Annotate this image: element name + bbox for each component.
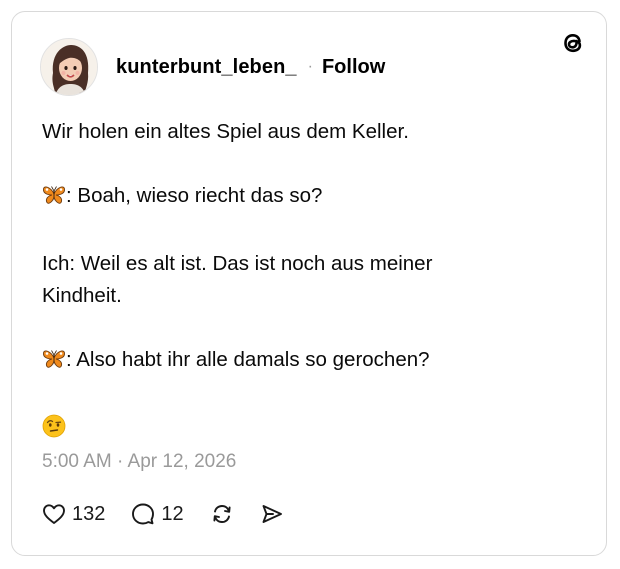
post-line: : Boah, wieso riecht das so? bbox=[42, 180, 482, 216]
post-card: kunterbunt_leben_ · Follow Wir holen ein… bbox=[11, 11, 607, 556]
speech-bubble-icon bbox=[132, 503, 155, 525]
action-bar: 132 12 bbox=[42, 502, 310, 526]
follow-button[interactable]: Follow bbox=[322, 56, 385, 79]
reply-button[interactable]: 12 bbox=[131, 502, 184, 526]
threads-logo-icon[interactable] bbox=[558, 28, 588, 58]
repost-button[interactable] bbox=[210, 502, 234, 526]
repost-icon bbox=[213, 505, 231, 523]
raised-eyebrow-emoji-icon bbox=[42, 414, 66, 448]
post-timestamp: 5:00 AM · Apr 12, 2026 bbox=[42, 451, 237, 472]
heart-icon bbox=[43, 504, 65, 524]
separator-dot: · bbox=[307, 58, 313, 75]
post-line: Ich: Weil es alt ist. Das ist noch aus m… bbox=[42, 248, 482, 312]
butterfly-emoji-icon bbox=[42, 184, 66, 216]
post-line-text: Ich: Weil es alt ist. Das ist noch aus m… bbox=[42, 252, 433, 307]
avatar[interactable] bbox=[40, 38, 98, 96]
post-body: Wir holen ein altes Spiel aus dem Keller… bbox=[42, 116, 482, 448]
send-icon bbox=[262, 505, 282, 523]
butterfly-emoji-icon bbox=[42, 348, 66, 380]
post-line bbox=[42, 412, 482, 448]
avatar-illustration bbox=[41, 39, 97, 95]
share-button[interactable] bbox=[260, 502, 284, 526]
like-button[interactable]: 132 bbox=[42, 503, 105, 526]
post-line-text: Wir holen ein altes Spiel aus dem Keller… bbox=[42, 120, 409, 143]
post-line: : Also habt ihr alle damals so gerochen? bbox=[42, 344, 482, 380]
post-header: kunterbunt_leben_ · Follow bbox=[40, 38, 385, 96]
post-line-text: : Boah, wieso riecht das so? bbox=[66, 184, 323, 207]
post-line: Wir holen ein altes Spiel aus dem Keller… bbox=[42, 116, 482, 148]
like-count: 132 bbox=[72, 502, 106, 525]
reply-count: 12 bbox=[161, 502, 184, 525]
post-line-text: : Also habt ihr alle damals so gerochen? bbox=[66, 348, 430, 371]
username[interactable]: kunterbunt_leben_ bbox=[116, 56, 297, 79]
